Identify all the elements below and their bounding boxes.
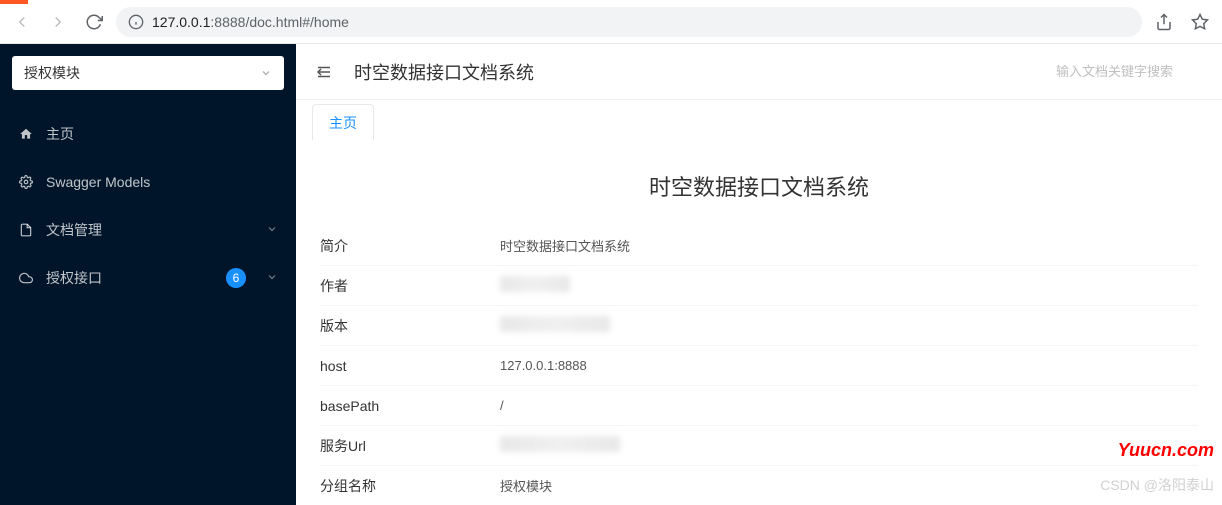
browser-toolbar: 127.0.0.1:8888/doc.html#/home <box>0 0 1222 44</box>
app-container: 授权模块 主页 Swagger Models 文档管理 <box>0 44 1222 505</box>
menu-fold-icon <box>315 63 333 81</box>
sidebar-item-label: Swagger Models <box>46 174 278 190</box>
chevron-down-icon <box>260 67 272 79</box>
info-value: 授权模块 <box>500 476 1198 495</box>
arrow-right-icon <box>49 13 67 31</box>
star-icon <box>1191 13 1209 31</box>
count-badge: 6 <box>226 268 246 288</box>
forward-button[interactable] <box>44 8 72 36</box>
tab-label: 主页 <box>329 113 357 133</box>
info-label: 作者 <box>320 276 500 296</box>
module-select[interactable]: 授权模块 <box>12 56 284 90</box>
gear-icon <box>18 174 34 190</box>
module-select-value: 授权模块 <box>24 63 80 83</box>
reload-icon <box>85 13 103 31</box>
tab-bar: 主页 <box>296 100 1222 140</box>
arrow-left-icon <box>13 13 31 31</box>
info-row-author: 作者 <box>320 266 1198 306</box>
info-label: 简介 <box>320 236 500 256</box>
home-icon <box>18 126 34 142</box>
sidebar-item-home[interactable]: 主页 <box>0 110 296 158</box>
info-value <box>500 436 1198 455</box>
info-label: 服务Url <box>320 436 500 456</box>
search-input[interactable] <box>1048 56 1218 88</box>
address-bar[interactable]: 127.0.0.1:8888/doc.html#/home <box>116 7 1142 37</box>
document-icon <box>18 222 34 238</box>
share-icon <box>1155 13 1173 31</box>
sidebar-item-label: 文档管理 <box>46 220 254 240</box>
content-area: 时空数据接口文档系统 主页 时空数据接口文档系统 简介 时空数据接口文档系统 作… <box>296 44 1222 505</box>
info-value: 127.0.0.1:8888 <box>500 358 1198 373</box>
active-tab-indicator <box>0 0 28 4</box>
share-button[interactable] <box>1150 8 1178 36</box>
back-button[interactable] <box>8 8 36 36</box>
document-body: 时空数据接口文档系统 简介 时空数据接口文档系统 作者 版本 host 127.… <box>296 140 1222 505</box>
sidebar-item-swagger-models[interactable]: Swagger Models <box>0 158 296 206</box>
info-row-version: 版本 <box>320 306 1198 346</box>
page-title: 时空数据接口文档系统 <box>354 59 1030 85</box>
info-value: / <box>500 398 1198 413</box>
sidebar-item-auth-api[interactable]: 授权接口 6 <box>0 254 296 302</box>
bookmark-button[interactable] <box>1186 8 1214 36</box>
info-value <box>500 316 1198 335</box>
info-row-group-name: 分组名称 授权模块 <box>320 466 1198 505</box>
sidebar-item-label: 授权接口 <box>46 268 214 288</box>
info-label: host <box>320 358 500 374</box>
info-label: basePath <box>320 398 500 414</box>
url-text: 127.0.0.1:8888/doc.html#/home <box>152 14 349 30</box>
sidebar-menu: 主页 Swagger Models 文档管理 <box>0 102 296 505</box>
doc-title: 时空数据接口文档系统 <box>320 156 1198 226</box>
info-value: 时空数据接口文档系统 <box>500 236 1198 255</box>
collapse-sidebar-button[interactable] <box>312 60 336 84</box>
info-icon <box>128 14 144 30</box>
reload-button[interactable] <box>80 8 108 36</box>
chevron-down-icon <box>266 222 278 238</box>
header: 时空数据接口文档系统 <box>296 44 1222 100</box>
info-row-intro: 简介 时空数据接口文档系统 <box>320 226 1198 266</box>
info-row-basepath: basePath / <box>320 386 1198 426</box>
sidebar-item-label: 主页 <box>46 124 278 144</box>
info-label: 版本 <box>320 316 500 336</box>
info-row-service-url: 服务Url <box>320 426 1198 466</box>
watermark-author: CSDN @洛阳泰山 <box>1100 475 1214 495</box>
info-label: 分组名称 <box>320 476 500 496</box>
info-row-host: host 127.0.0.1:8888 <box>320 346 1198 386</box>
sidebar-item-doc-management[interactable]: 文档管理 <box>0 206 296 254</box>
chevron-down-icon <box>266 270 278 286</box>
sidebar: 授权模块 主页 Swagger Models 文档管理 <box>0 44 296 505</box>
cloud-icon <box>18 270 34 286</box>
info-value <box>500 276 1198 295</box>
tab-home[interactable]: 主页 <box>312 104 374 140</box>
watermark-site: Yuucn.com <box>1118 440 1214 461</box>
